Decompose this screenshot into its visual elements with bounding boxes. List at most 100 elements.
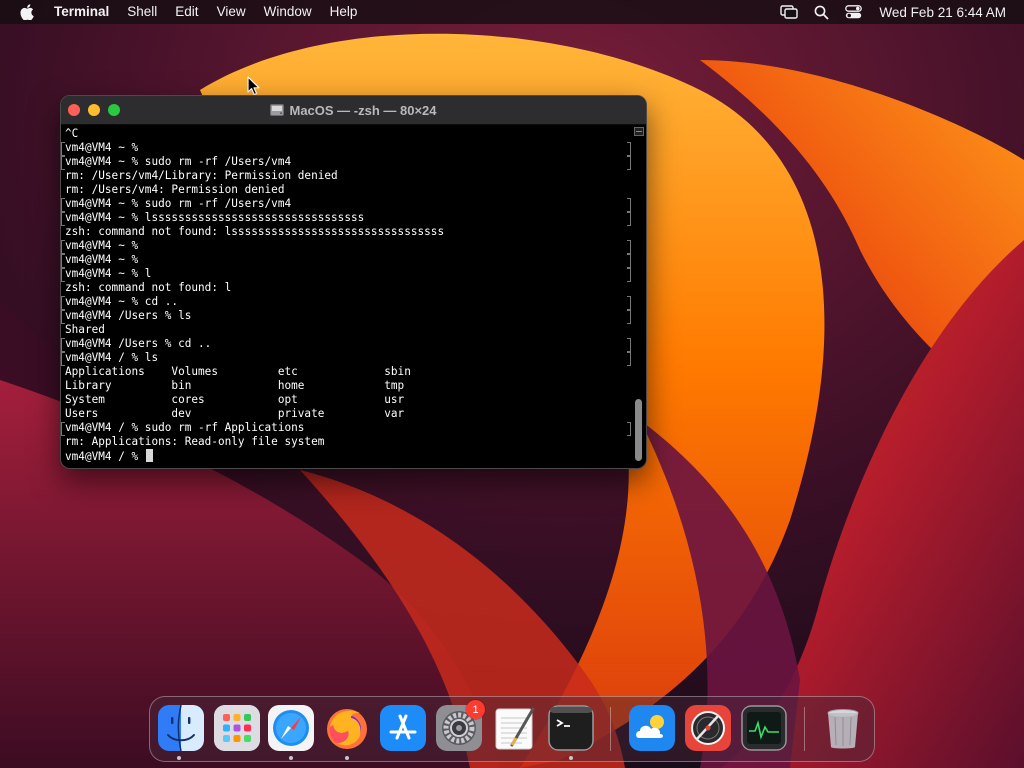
menu-shell[interactable]: Shell [118, 0, 166, 24]
terminal-line: ^C [65, 127, 633, 141]
terminal-line: vm4@VM4 ~ % [61, 239, 633, 254]
terminal-line-text: vm4@VM4 ~ % [65, 253, 145, 266]
terminal-line: vm4@VM4 ~ % [61, 141, 633, 156]
command-mark-right [627, 142, 631, 156]
screen-mirroring-icon[interactable] [772, 0, 806, 24]
terminal-line: vm4@VM4 / % ls [61, 351, 633, 366]
terminal-line-text: rm: Applications: Read-only file system [65, 435, 325, 448]
command-mark-right [627, 212, 631, 226]
terminal-line: vm4@VM4 ~ % lsssssssssssssssssssssssssss… [61, 211, 633, 226]
app-store-icon[interactable] [380, 705, 426, 751]
safari-icon[interactable] [268, 705, 314, 751]
command-mark-left [61, 142, 65, 156]
command-mark-right [627, 310, 631, 324]
firefox-running-dot [345, 756, 349, 760]
scrollbar-thumb[interactable] [635, 399, 642, 461]
terminal-line-text: vm4@VM4 /Users % ls [65, 309, 192, 322]
terminal-line-text: vm4@VM4 /Users % cd .. [65, 337, 212, 350]
apple-menu-icon[interactable] [0, 0, 54, 24]
command-mark-left [61, 254, 65, 268]
terminal-line-text: vm4@VM4 ~ % [65, 141, 145, 154]
trash-icon[interactable] [820, 705, 866, 751]
terminal-line: vm4@VM4 / % sudo rm -rf Applications [61, 421, 633, 436]
terminal-line-text: zsh: command not found: l [65, 281, 232, 294]
terminal-line: rm: /Users/vm4/Library: Permission denie… [65, 169, 633, 183]
terminal-line: vm4@VM4 /Users % ls [61, 309, 633, 324]
terminal-line-text: vm4@VM4 ~ % sudo rm -rf /Users/vm4 [65, 197, 292, 210]
menu-edit[interactable]: Edit [166, 0, 207, 24]
terminal-line: vm4@VM4 ~ % [61, 253, 633, 268]
terminal-line-text: Shared [65, 323, 105, 336]
terminal-line-text: Applications Volumes etc sbin [65, 365, 411, 378]
window-title-text: MacOS — -zsh — 80×24 [289, 102, 437, 118]
disk-icon [270, 104, 285, 116]
terminal-line-text: rm: /Users/vm4/Library: Permission denie… [65, 169, 338, 182]
command-mark-right [627, 338, 631, 352]
command-mark-right [627, 240, 631, 254]
scrollbar-track[interactable] [633, 141, 645, 467]
menu-clock[interactable]: Wed Feb 21 6:44 AM [870, 5, 1024, 20]
command-mark-left [61, 352, 65, 366]
finder-icon[interactable] [158, 705, 204, 751]
command-mark-left [61, 268, 65, 282]
firefox-icon[interactable] [324, 705, 370, 751]
menu-window[interactable]: Window [255, 0, 321, 24]
command-mark-left [61, 240, 65, 254]
terminal-window[interactable]: MacOS — -zsh — 80×24 ^C vm4@VM4 ~ % vm4@V… [60, 95, 647, 469]
command-mark-right [627, 254, 631, 268]
terminal-line: rm: /Users/vm4: Permission denied [65, 183, 633, 197]
weather-icon[interactable] [629, 705, 675, 751]
search-icon[interactable] [806, 0, 837, 24]
terminal-line: vm4@VM4 ~ % l [61, 267, 633, 282]
terminal-running-dot [569, 756, 573, 760]
instruments-icon[interactable] [685, 705, 731, 751]
dock-separator [610, 707, 611, 751]
dock-separator-trash [804, 707, 805, 751]
scroll-split-button[interactable] [634, 127, 644, 136]
menu-app-terminal[interactable]: Terminal [54, 0, 118, 24]
terminal-line: vm4@VM4 / % [65, 449, 633, 463]
terminal-line: vm4@VM4 ~ % cd .. [61, 295, 633, 310]
textedit-icon[interactable] [492, 705, 538, 751]
terminal-line-text: zsh: command not found: lsssssssssssssss… [65, 225, 445, 238]
command-mark-right [627, 296, 631, 310]
menu-bar: Terminal Shell Edit View Window Help Wed… [0, 0, 1024, 24]
safari-running-dot [289, 756, 293, 760]
terminal-line-text: vm4@VM4 / % ls [65, 351, 159, 364]
terminal-line-text: rm: /Users/vm4: Permission denied [65, 183, 285, 196]
command-mark-left [61, 156, 65, 170]
terminal-line: Users dev private var [65, 407, 633, 421]
terminal-line: vm4@VM4 ~ % sudo rm -rf /Users/vm4 [61, 197, 633, 212]
text-cursor [145, 449, 153, 462]
terminal-line-text: vm4@VM4 ~ % [65, 239, 145, 252]
command-mark-left [61, 296, 65, 310]
menu-help[interactable]: Help [321, 0, 367, 24]
control-center-icon[interactable] [837, 0, 870, 24]
menu-view[interactable]: View [208, 0, 255, 24]
activity-monitor-icon[interactable] [741, 705, 787, 751]
terminal-line-text: vm4@VM4 / % sudo rm -rf Applications [65, 421, 305, 434]
terminal-line: vm4@VM4 ~ % sudo rm -rf /Users/vm4 [61, 155, 633, 170]
terminal-line-text: Users dev private var [65, 407, 405, 420]
command-mark-right [627, 198, 631, 212]
launchpad-icon[interactable] [214, 705, 260, 751]
terminal-line-text: vm4@VM4 ~ % lsssssssssssssssssssssssssss… [65, 211, 365, 224]
command-mark-right [627, 268, 631, 282]
terminal-line-text: Library bin home tmp [65, 379, 405, 392]
terminal-output[interactable]: ^C vm4@VM4 ~ % vm4@VM4 ~ % sudo rm -rf /U… [61, 125, 633, 468]
terminal-line: zsh: command not found: l [65, 281, 633, 295]
terminal-line-text: vm4@VM4 ~ % sudo rm -rf /Users/vm4 [65, 155, 292, 168]
terminal-line: vm4@VM4 /Users % cd .. [61, 337, 633, 352]
terminal-line-text: vm4@VM4 ~ % l [65, 267, 152, 280]
terminal-line-text: vm4@VM4 ~ % cd .. [65, 295, 179, 308]
command-mark-left [61, 422, 65, 436]
command-mark-right [627, 422, 631, 436]
terminal-line: Applications Volumes etc sbin [65, 365, 633, 379]
finder-running-dot [177, 756, 181, 760]
terminal-icon[interactable] [548, 705, 594, 751]
command-mark-right [627, 156, 631, 170]
window-titlebar[interactable]: MacOS — -zsh — 80×24 [61, 96, 646, 125]
command-mark-left [61, 310, 65, 324]
terminal-line-text: vm4@VM4 / % [65, 450, 145, 463]
terminal-line-text: System cores opt usr [65, 393, 405, 406]
